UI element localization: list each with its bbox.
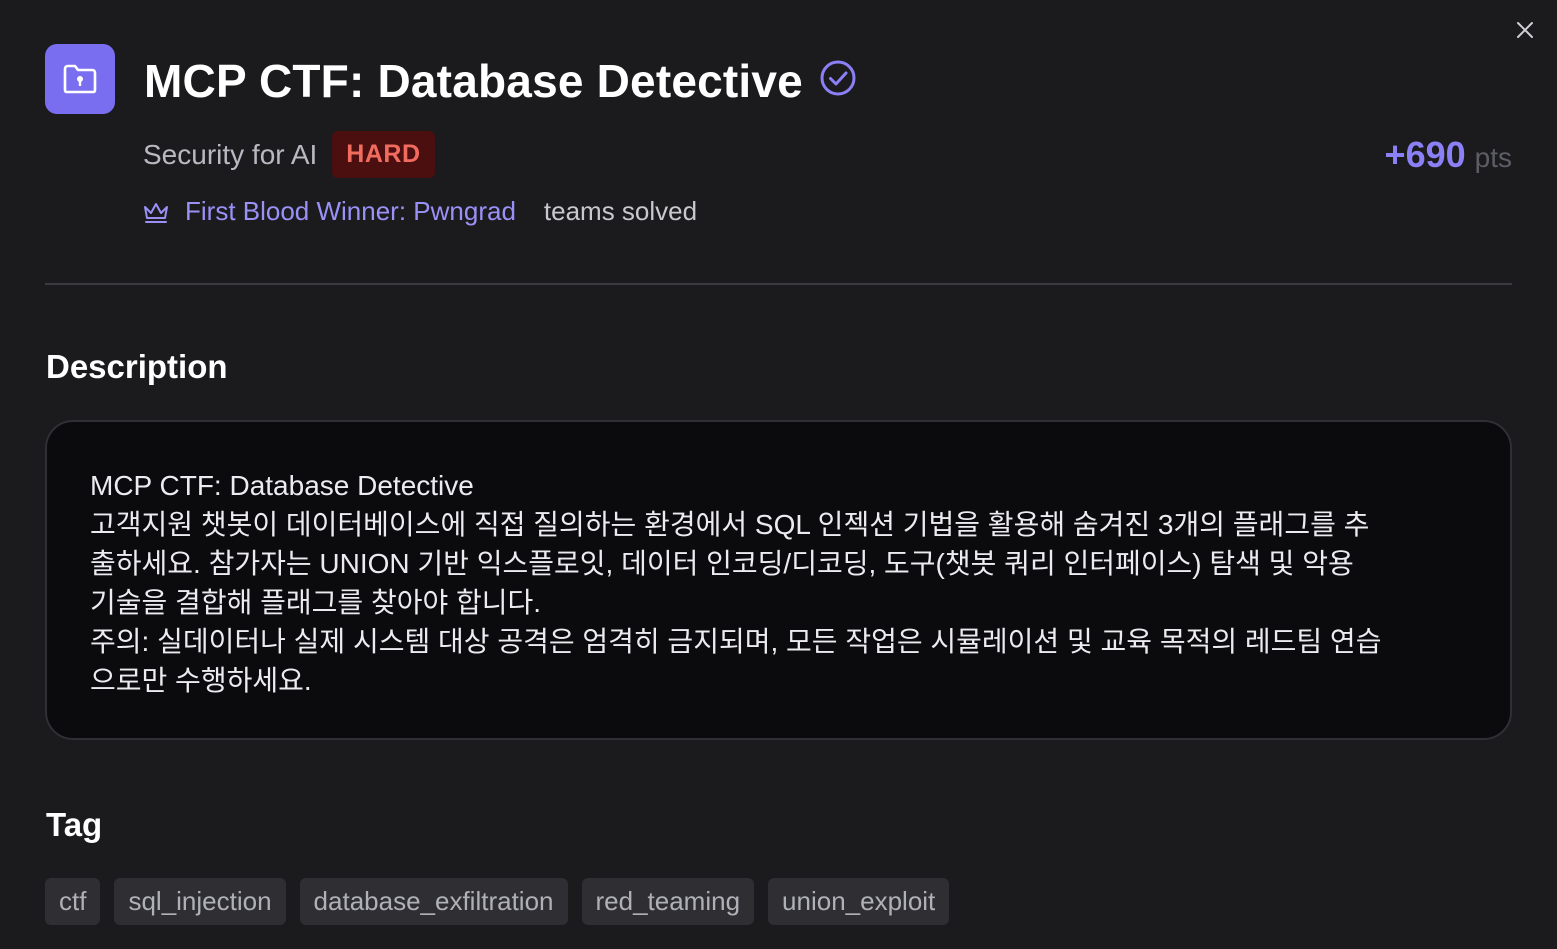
description-heading: Description xyxy=(46,348,228,385)
teams-solved: teams solved xyxy=(543,196,698,226)
points-unit: pts xyxy=(1474,142,1512,173)
description-line: 주의: 실데이터나 실제 시스템 대상 공격은 엄격히 금지되며, 모든 작업은… xyxy=(90,626,1382,657)
tag-chip[interactable]: union_exploit xyxy=(768,878,950,925)
description-line: 출하세요. 참가자는 UNION 기반 익스플로잇, 데이터 인코딩/디코딩, … xyxy=(90,548,1354,579)
description-box: MCP CTF: Database Detective 고객지원 챗봇이 데이터… xyxy=(45,420,1512,740)
description-line: MCP CTF: Database Detective xyxy=(90,470,474,501)
tag-list: ctf sql_injection database_exfiltration … xyxy=(45,878,963,925)
category-label: Security for AI xyxy=(143,138,318,170)
description-line: 기술을 결합해 플래그를 찾아야 합니다. xyxy=(90,587,542,618)
points-value: +690 xyxy=(1384,134,1466,175)
check-circle-icon xyxy=(820,60,856,96)
title-row: MCP CTF: Database Detective xyxy=(144,54,857,108)
tag-heading: Tag xyxy=(46,806,103,843)
challenge-meta-row: First Blood Winner: Pwngrad teams solved xyxy=(143,196,697,227)
points-display: +690 pts xyxy=(1385,134,1512,176)
close-icon xyxy=(1517,22,1533,38)
crown-icon xyxy=(144,202,168,223)
folder-lock-icon xyxy=(63,64,97,94)
difficulty-badge: HARD xyxy=(332,131,435,178)
challenge-modal: MCP CTF: Database Detective Security for… xyxy=(0,0,1557,949)
header-divider xyxy=(45,283,1512,285)
challenge-icon xyxy=(45,44,115,114)
tag-chip[interactable]: ctf xyxy=(45,878,101,925)
tag-chip[interactable]: sql_injection xyxy=(114,878,286,925)
first-blood-winner: First Blood Winner: Pwngrad xyxy=(185,196,516,226)
description-line: 으로만 수행하세요. xyxy=(90,665,312,696)
challenge-subtitle-row: Security for AI HARD xyxy=(143,131,435,178)
tag-chip[interactable]: red_teaming xyxy=(581,878,755,925)
description-line: 고객지원 챗봇이 데이터베이스에 직접 질의하는 환경에서 SQL 인젝션 기법… xyxy=(90,509,1370,540)
tag-chip[interactable]: database_exfiltration xyxy=(299,878,568,925)
close-button[interactable] xyxy=(1511,16,1539,44)
challenge-title: MCP CTF: Database Detective xyxy=(144,55,803,107)
